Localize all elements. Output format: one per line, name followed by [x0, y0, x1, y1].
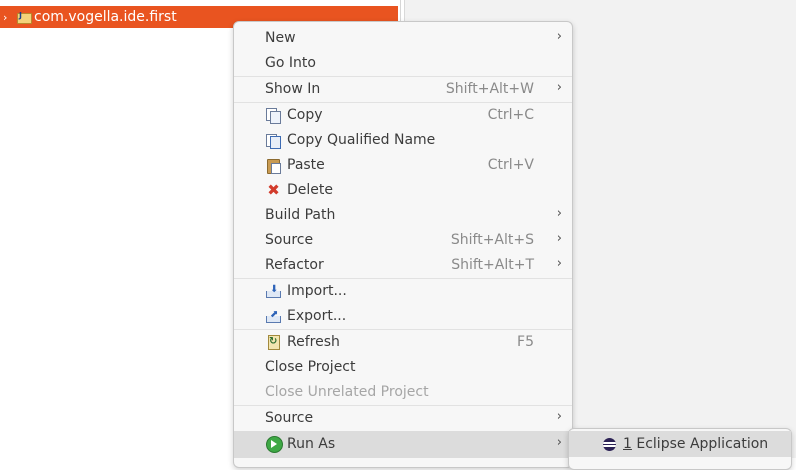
menu-item-import[interactable]: ⬇ Import... — [234, 279, 572, 304]
chevron-right-icon: › — [556, 231, 562, 246]
menu-item-new[interactable]: New › — [234, 26, 572, 51]
copy-icon — [266, 108, 281, 124]
menu-item-close-unrelated-project: Close Unrelated Project — [234, 380, 572, 405]
menu-item-show-in[interactable]: Show In Shift+Alt+W › — [234, 77, 572, 102]
menu-item-refactor[interactable]: Refactor Shift+Alt+T › — [234, 253, 572, 278]
menu-item-copy[interactable]: Copy Ctrl+C — [234, 103, 572, 128]
paste-icon — [266, 158, 281, 174]
menu-item-label: Show In — [265, 81, 321, 97]
chevron-right-icon: › — [556, 409, 562, 424]
import-icon: ⬇ — [266, 284, 281, 299]
menu-item-export[interactable]: ⬈ Export... — [234, 304, 572, 329]
menu-item-run-as[interactable]: Run As › — [234, 431, 572, 458]
shortcut-label: Ctrl+V — [487, 157, 534, 173]
menu-item-paste[interactable]: Paste Ctrl+V — [234, 153, 572, 178]
menu-item-label: Paste — [287, 157, 325, 173]
delete-icon: ✖ — [267, 181, 280, 199]
menu-item-refresh[interactable]: ↻ Refresh F5 — [234, 330, 572, 355]
menu-item-label: Delete — [287, 182, 333, 198]
menu-item-label: Close Project — [265, 359, 356, 375]
menu-item-label: Copy — [287, 107, 323, 123]
menu-item-source[interactable]: Source Shift+Alt+S › — [234, 228, 572, 253]
export-icon: ⬈ — [266, 309, 281, 324]
menu-item-label: New — [265, 30, 296, 46]
project-name: com.vogella.ide.first — [34, 9, 177, 25]
submenu-item-label: 1 Eclipse Application — [623, 436, 768, 452]
chevron-right-icon: › — [556, 29, 562, 44]
menu-item-label: Copy Qualified Name — [287, 132, 436, 148]
menu-item-build-path[interactable]: Build Path › — [234, 203, 572, 228]
menu-item-label: Run As — [287, 436, 336, 452]
menu-item-label: Refactor — [265, 257, 324, 273]
chevron-right-icon[interactable]: › — [3, 11, 15, 24]
run-as-submenu: 1 Eclipse Application — [568, 428, 792, 470]
menu-item-delete[interactable]: ✖ Delete — [234, 178, 572, 203]
menu-item-label: Export... — [287, 308, 347, 324]
shortcut-label: Ctrl+C — [487, 107, 534, 123]
menu-item-label: Import... — [287, 283, 347, 299]
run-icon — [266, 436, 283, 453]
chevron-right-icon: › — [556, 206, 562, 221]
menu-item-label: Build Path — [265, 207, 336, 223]
eclipse-icon — [603, 438, 616, 451]
shortcut-label: Shift+Alt+W — [445, 81, 534, 97]
chevron-right-icon: › — [556, 256, 562, 271]
menu-item-label: Go Into — [265, 55, 316, 71]
menu-item-copy-qualified-name[interactable]: Copy Qualified Name — [234, 128, 572, 153]
shortcut-label: F5 — [517, 334, 534, 350]
shortcut-label: Shift+Alt+S — [450, 232, 534, 248]
menu-item-label: Close Unrelated Project — [265, 384, 429, 400]
context-menu: New › Go Into Show In Shift+Alt+W › Copy… — [233, 21, 573, 468]
refresh-icon: ↻ — [266, 335, 281, 350]
copy-qualified-name-icon — [266, 133, 281, 149]
mnemonic: 1 — [623, 436, 632, 452]
java-project-icon: J — [17, 11, 32, 24]
chevron-right-icon: › — [556, 80, 562, 95]
menu-item-source-2[interactable]: Source › — [234, 406, 572, 431]
shortcut-label: Shift+Alt+T — [451, 257, 534, 273]
menu-item-label: Source — [265, 232, 314, 248]
submenu-item-eclipse-application[interactable]: 1 Eclipse Application — [569, 431, 791, 457]
menu-item-label: Source — [265, 410, 314, 426]
chevron-right-icon: › — [556, 435, 562, 450]
menu-item-go-into[interactable]: Go Into — [234, 51, 572, 76]
menu-item-close-project[interactable]: Close Project — [234, 355, 572, 380]
menu-item-label: Refresh — [287, 334, 340, 350]
submenu-item-text: Eclipse Application — [631, 436, 769, 452]
